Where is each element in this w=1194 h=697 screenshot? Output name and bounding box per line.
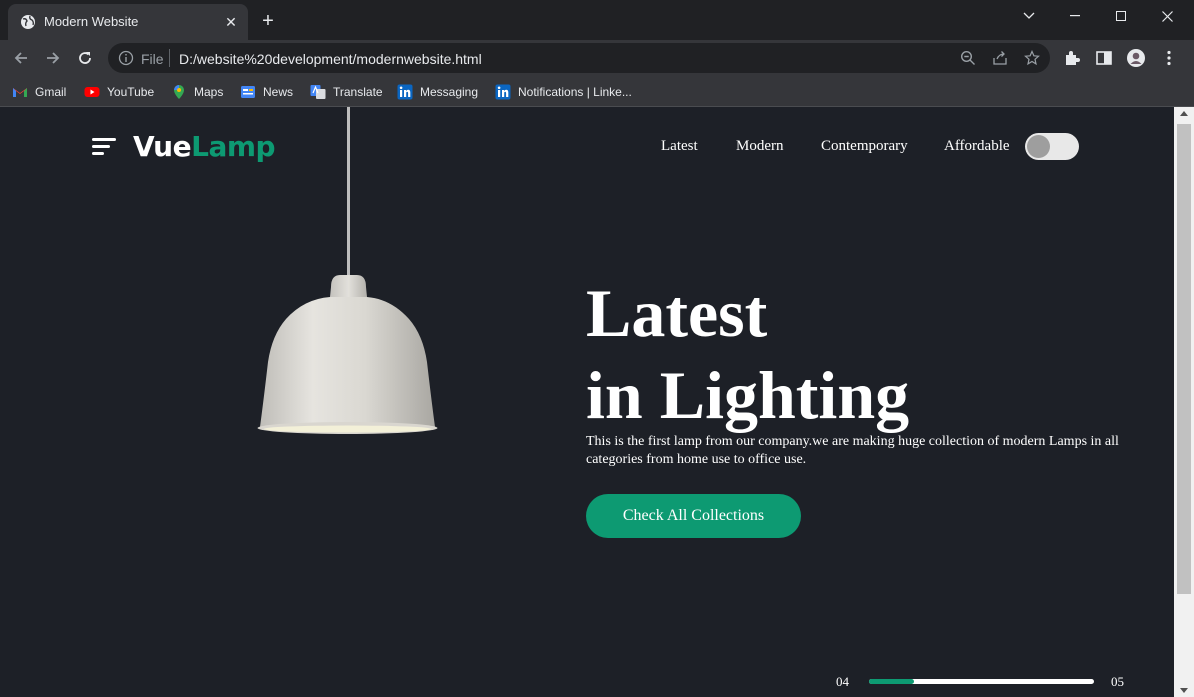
tab-strip: Modern Website ✕ + [0,0,1194,40]
bookmark-label: Translate [333,85,383,99]
hero-title-line-2: in Lighting [586,357,910,433]
logo-text-lamp: Lamp [191,130,276,163]
profile-avatar[interactable] [1127,49,1145,67]
bookmark-label: YouTube [107,85,155,99]
address-scheme: File [141,51,164,67]
browser-toolbar: File D:/website%20development/modernwebs… [0,40,1194,76]
nav-link-modern[interactable]: Modern [736,138,784,155]
arrow-left-icon [14,52,27,64]
reload-button[interactable] [73,46,97,70]
check-all-collections-button[interactable]: Check All Collections [586,494,801,538]
bookmark-label: Maps [194,85,224,99]
site-logo[interactable]: VueLamp [133,130,276,163]
bookmark-linkedin-messaging[interactable]: Messaging [397,82,478,102]
nav-link-affordable[interactable]: Affordable [944,138,1010,155]
bookmark-label: Messaging [420,85,479,99]
scrollbar-thumb[interactable] [1177,124,1191,594]
page-scrollbar[interactable] [1174,107,1194,697]
bookmark-news[interactable]: News [240,82,293,102]
address-url[interactable]: D:/website%20development/modernwebsite.h… [179,51,482,67]
zoom-icon[interactable] [960,50,976,66]
youtube-icon [84,87,100,97]
scroll-up-arrow-icon[interactable] [1180,111,1188,116]
nav-link-contemporary[interactable]: Contemporary [821,138,908,155]
extensions-puzzle-icon[interactable] [1063,49,1081,67]
minimize-button[interactable] [1052,0,1098,32]
reload-icon [79,52,91,64]
info-icon[interactable] [118,50,134,66]
star-icon[interactable] [1024,50,1040,66]
bookmark-maps[interactable]: Maps [171,82,223,102]
pendant-lamp-image [257,275,438,434]
globe-icon [21,15,35,29]
back-button[interactable] [9,46,33,70]
page-viewport: VueLamp Latest Modern Contemporary Affor… [0,107,1194,697]
bookmark-label: Notifications | Linke... [518,85,632,99]
close-tab-icon[interactable]: ✕ [222,13,240,31]
bookmark-label: Gmail [35,85,67,99]
news-icon [241,86,255,98]
bookmark-translate[interactable]: Translate [310,82,383,102]
scroll-down-arrow-icon[interactable] [1180,688,1188,693]
tab-title: Modern Website [44,14,139,29]
hero-description: This is the first lamp from our company.… [586,434,1119,467]
browser-tab[interactable]: Modern Website ✕ [8,4,248,40]
nav-link-latest[interactable]: Latest [661,138,698,155]
close-window-button[interactable] [1144,0,1190,32]
menu-kebab-icon[interactable] [1160,49,1178,67]
bookmarks-bar: Gmail YouTube Maps News Translate Messag… [0,76,1194,107]
new-tab-button[interactable]: + [258,11,278,31]
hero-title: Latest in Lighting [586,272,909,436]
slide-total-number: 05 [1111,674,1124,689]
share-icon[interactable] [992,50,1008,66]
translate-icon [310,85,326,99]
theme-toggle[interactable] [1025,133,1079,160]
maximize-button[interactable] [1098,0,1144,32]
bookmark-youtube[interactable]: YouTube [84,82,154,102]
bookmark-label: News [263,85,294,99]
toggle-knob [1027,135,1050,158]
bookmark-linkedin-notifications[interactable]: Notifications | Linke... [495,82,632,102]
hero-title-line-1: Latest [586,275,768,351]
side-panel-icon[interactable] [1095,49,1113,67]
hamburger-menu-icon[interactable] [92,137,116,157]
lamp-cord [347,107,350,277]
tab-search-chevron-icon[interactable] [1006,0,1052,32]
maps-icon [174,85,184,99]
slide-progress-fill [869,679,914,684]
forward-button[interactable] [41,46,65,70]
logo-text-vue: Vue [133,130,192,163]
slide-progress-bar[interactable] [869,679,1094,684]
address-bar[interactable]: File D:/website%20development/modernwebs… [108,43,1050,73]
linkedin-icon [397,84,413,100]
address-divider [169,49,170,67]
linkedin-icon [495,84,511,100]
gmail-icon [13,88,27,97]
slide-current-number: 04 [836,674,849,689]
arrow-right-icon [47,52,60,64]
bookmark-gmail[interactable]: Gmail [12,82,66,102]
